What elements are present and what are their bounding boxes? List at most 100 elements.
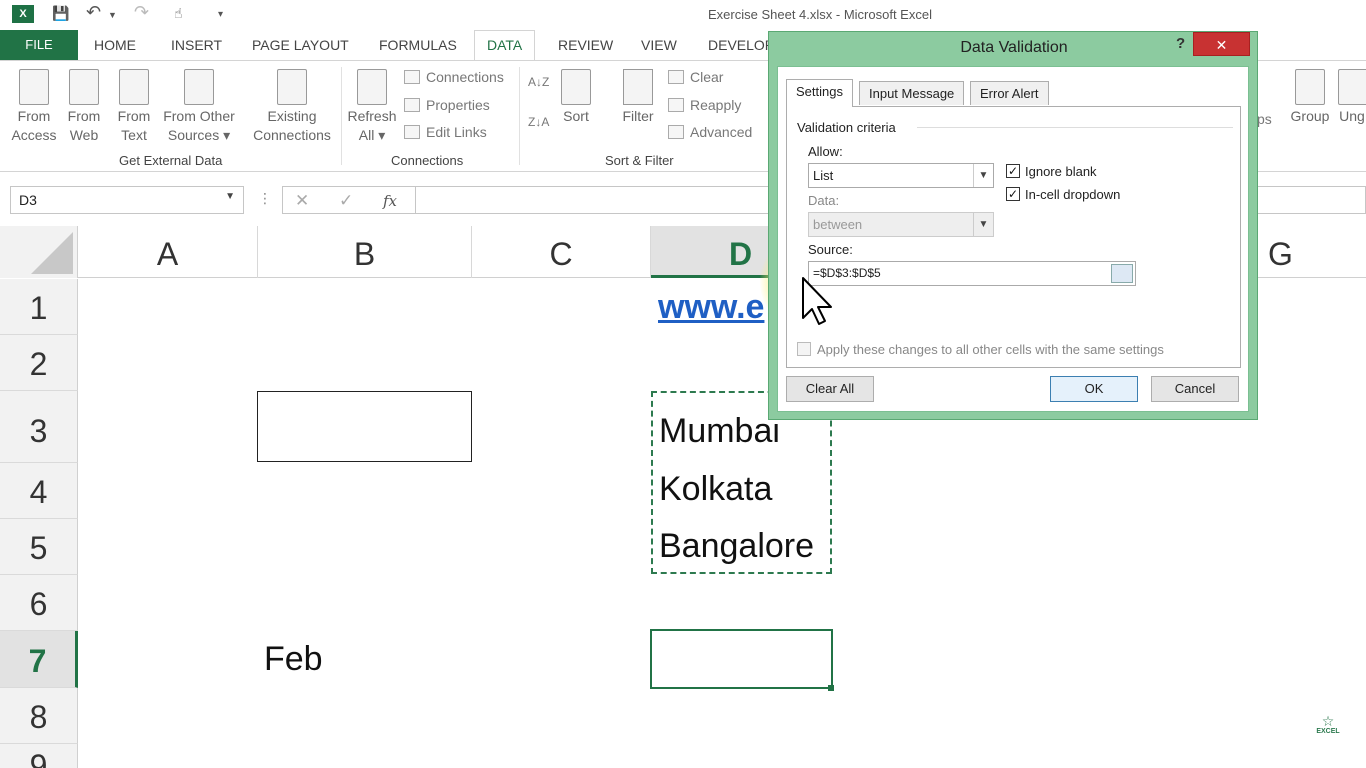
insert-function-icon[interactable]: fx	[383, 192, 397, 210]
ungroup-button[interactable]: Ung	[1338, 69, 1366, 126]
sort-button[interactable]: Sort	[556, 69, 596, 126]
from-web-button[interactable]: From Web	[62, 69, 106, 145]
name-box-dropdown-icon[interactable]: ▼	[225, 191, 235, 202]
clear-all-button[interactable]: Clear All	[786, 376, 874, 402]
advanced-button[interactable]: Advanced	[668, 124, 752, 140]
column-header-c[interactable]: C	[472, 226, 651, 278]
connections-icon	[404, 70, 420, 84]
cell-d7-selected[interactable]	[650, 629, 833, 689]
tab-formulas[interactable]: FORMULAS	[379, 37, 457, 53]
watermark-text: EXCEL	[1316, 728, 1340, 735]
enter-formula-icon[interactable]: ✓	[339, 191, 353, 211]
row-header-9[interactable]: 9	[0, 744, 78, 768]
in-cell-dropdown-checkbox[interactable]: ✓	[1006, 187, 1020, 201]
existing-connections-icon	[277, 69, 307, 105]
from-text-label-2: Text	[121, 127, 147, 143]
filter-button[interactable]: Filter	[618, 69, 658, 126]
refresh-label-1: Refresh	[347, 108, 397, 124]
row-header-1[interactable]: 1	[0, 279, 78, 335]
cell-d5[interactable]: Bangalore	[659, 527, 814, 566]
edit-links-label: Edit Links	[426, 124, 487, 140]
row-header-8[interactable]: 8	[0, 688, 78, 744]
filter-icon	[623, 69, 653, 105]
tab-settings[interactable]: Settings	[786, 79, 853, 107]
tab-insert[interactable]: INSERT	[171, 37, 222, 53]
properties-button[interactable]: Properties	[404, 97, 490, 113]
row-header-3[interactable]: 3	[0, 391, 78, 463]
edit-links-button[interactable]: Edit Links	[404, 124, 487, 140]
reapply-label: Reapply	[690, 97, 742, 113]
reapply-button[interactable]: Reapply	[668, 97, 741, 113]
formula-bar-grip-icon[interactable]: ⋮	[258, 190, 272, 207]
column-header-b[interactable]: B	[258, 226, 472, 278]
apply-all-label: Apply these changes to all other cells w…	[817, 342, 1164, 357]
cell-b7[interactable]: Feb	[264, 640, 323, 679]
name-box[interactable]: D3 ▼	[10, 186, 244, 214]
tab-developer[interactable]: DEVELOP	[708, 37, 774, 53]
clear-filter-icon	[668, 70, 684, 84]
tab-file[interactable]: FILE	[0, 30, 78, 60]
help-icon[interactable]: ?	[1176, 35, 1185, 52]
cell-d3[interactable]: Mumbai	[659, 412, 780, 451]
advanced-label: Advanced	[690, 124, 753, 140]
group-icon	[1295, 69, 1325, 105]
row-header-2[interactable]: 2	[0, 335, 78, 391]
column-header-a[interactable]: A	[78, 226, 258, 278]
sort-label: Sort	[563, 108, 589, 124]
data-label: Data:	[808, 193, 840, 208]
refresh-icon	[357, 69, 387, 105]
from-access-label-2: Access	[11, 127, 57, 143]
group-separator	[341, 67, 342, 165]
from-access-label-1: From	[17, 108, 51, 124]
connections-label: Connections	[426, 69, 504, 85]
sort-z-a-icon[interactable]: Z↓A	[528, 115, 549, 129]
source-input[interactable]: =$D$3:$D$5	[808, 261, 1136, 286]
row-header-4[interactable]: 4	[0, 463, 78, 519]
cell-d1-link[interactable]: www.e	[658, 288, 768, 327]
cancel-button[interactable]: Cancel	[1151, 376, 1239, 402]
connections-button[interactable]: Connections	[404, 69, 504, 85]
allow-label: Allow:	[808, 144, 843, 159]
from-access-button[interactable]: From Access	[8, 69, 60, 145]
existing-connections-button[interactable]: Existing Connections	[250, 69, 334, 145]
dialog-body: Settings Input Message Error Alert Valid…	[777, 66, 1249, 412]
collapse-dialog-icon[interactable]	[1111, 264, 1133, 283]
group-button[interactable]: Group	[1288, 69, 1332, 126]
properties-label: Properties	[426, 97, 490, 113]
allow-select[interactable]: List ▼	[808, 163, 994, 188]
apply-all-checkbox	[797, 342, 811, 356]
ignore-blank-checkbox[interactable]: ✓	[1006, 164, 1020, 178]
from-other-sources-button[interactable]: From Other Sources ▾	[160, 69, 238, 145]
select-all-button[interactable]	[0, 226, 78, 278]
tab-data[interactable]: DATA	[474, 30, 536, 61]
tab-page-layout[interactable]: PAGE LAYOUT	[252, 37, 349, 53]
close-icon[interactable]: ✕	[1193, 32, 1250, 56]
tab-error-alert[interactable]: Error Alert	[970, 81, 1049, 105]
row-header-6[interactable]: 6	[0, 575, 78, 631]
tab-review[interactable]: REVIEW	[558, 37, 613, 53]
sort-a-z-icon[interactable]: A↓Z	[528, 75, 549, 89]
cell-d4[interactable]: Kolkata	[659, 470, 772, 509]
from-web-label-1: From	[67, 108, 101, 124]
fill-handle[interactable]	[828, 685, 834, 691]
tab-view[interactable]: VIEW	[641, 37, 677, 53]
properties-icon	[404, 98, 420, 112]
tab-home[interactable]: HOME	[94, 37, 136, 53]
row-header-7[interactable]: 7	[0, 631, 78, 688]
data-select-value: between	[813, 217, 863, 232]
group-label-get-external-data: Get External Data	[119, 153, 223, 168]
cancel-formula-icon[interactable]: ✕	[295, 191, 309, 211]
ok-button[interactable]: OK	[1050, 376, 1138, 402]
refresh-all-button[interactable]: Refresh All ▾	[346, 69, 398, 145]
clear-button[interactable]: Clear	[668, 69, 723, 85]
mouse-pointer-icon	[802, 277, 832, 325]
from-text-button[interactable]: From Text	[112, 69, 156, 145]
dialog-title: Data Validation	[960, 39, 1068, 56]
existing-label-1: Existing	[267, 108, 317, 124]
from-text-label-1: From	[117, 108, 151, 124]
clear-label: Clear	[690, 69, 724, 85]
tab-input-message[interactable]: Input Message	[859, 81, 965, 105]
cell-b3[interactable]	[257, 391, 472, 462]
data-validation-dialog: Data Validation ? ✕ Settings Input Messa…	[768, 31, 1258, 420]
row-header-5[interactable]: 5	[0, 519, 78, 575]
